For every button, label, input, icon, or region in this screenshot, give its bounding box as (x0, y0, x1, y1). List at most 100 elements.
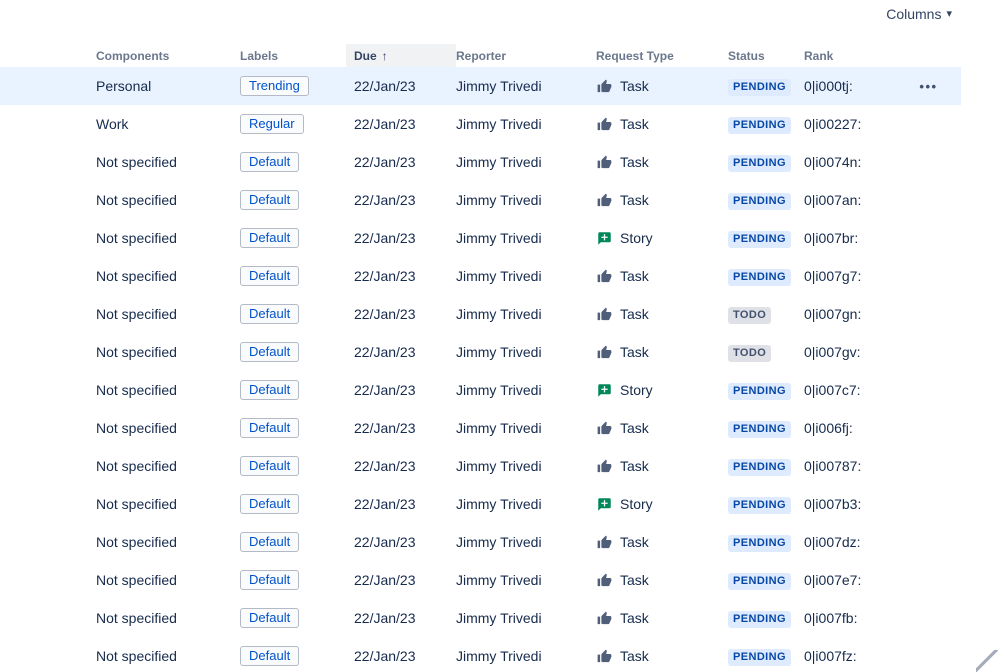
request-type-label: Task (620, 610, 649, 626)
reporter-cell: Jimmy Trivedi (456, 192, 542, 208)
status-cell: PENDING (728, 571, 804, 590)
rank-cell: 0|i007fb: (804, 610, 858, 626)
labels-cell: Default (240, 494, 354, 514)
table-row[interactable]: Not specified Default 22/Jan/23 Jimmy Tr… (0, 371, 961, 409)
request-type-label: Task (620, 78, 649, 94)
table-row[interactable]: Not specified Default 22/Jan/23 Jimmy Tr… (0, 409, 961, 447)
reporter-cell: Jimmy Trivedi (456, 382, 542, 398)
due-cell: 22/Jan/23 (354, 230, 416, 246)
due-cell: 22/Jan/23 (354, 268, 416, 284)
column-header-components[interactable]: Components (96, 44, 240, 67)
table-row[interactable]: Not specified Default 22/Jan/23 Jimmy Tr… (0, 257, 961, 295)
request-type-cell: Task (596, 458, 728, 474)
status-cell: PENDING (728, 191, 804, 210)
reporter-cell: Jimmy Trivedi (456, 458, 542, 474)
resize-corner-handle[interactable] (976, 650, 998, 672)
status-cell: PENDING (728, 77, 804, 96)
label-chip[interactable]: Default (240, 228, 300, 248)
rank-cell: 0|i0074n: (804, 154, 862, 170)
reporter-cell: Jimmy Trivedi (456, 610, 542, 626)
status-badge: PENDING (728, 268, 791, 286)
label-chip[interactable]: Default (240, 456, 300, 476)
thumbs-up-icon (596, 116, 612, 132)
table-row[interactable]: Not specified Default 22/Jan/23 Jimmy Tr… (0, 333, 961, 371)
more-actions-button[interactable]: ••• (917, 76, 939, 97)
table-row[interactable]: Not specified Default 22/Jan/23 Jimmy Tr… (0, 637, 961, 672)
components-cell: Personal (96, 78, 152, 94)
column-header-labels[interactable]: Labels (240, 44, 354, 67)
due-cell: 22/Jan/23 (354, 610, 416, 626)
request-type-cell: Story (596, 230, 728, 246)
label-chip[interactable]: Default (240, 646, 300, 666)
label-chip[interactable]: Default (240, 418, 300, 438)
request-type-label: Task (620, 648, 649, 664)
label-chip[interactable]: Default (240, 532, 300, 552)
label-chip[interactable]: Regular (240, 114, 304, 134)
table-row[interactable]: Not specified Default 22/Jan/23 Jimmy Tr… (0, 447, 961, 485)
label-chip[interactable]: Default (240, 190, 300, 210)
request-type-cell: Story (596, 496, 728, 512)
status-cell: PENDING (728, 419, 804, 438)
toolbar: Columns ▾ (0, 0, 998, 44)
labels-cell: Default (240, 418, 354, 438)
label-chip[interactable]: Default (240, 570, 300, 590)
reporter-cell: Jimmy Trivedi (456, 306, 542, 322)
table-row[interactable]: Not specified Default 22/Jan/23 Jimmy Tr… (0, 181, 961, 219)
request-type-label: Task (620, 420, 649, 436)
due-header-label: Due (354, 48, 377, 63)
due-cell: 22/Jan/23 (354, 572, 416, 588)
column-header-due[interactable]: Due ↑ (346, 44, 456, 67)
label-chip[interactable]: Default (240, 342, 300, 362)
label-chip[interactable]: Default (240, 608, 300, 628)
status-cell: PENDING (728, 381, 804, 400)
request-type-cell: Task (596, 306, 728, 322)
table-row[interactable]: Personal Trending 22/Jan/23 Jimmy Trived… (0, 67, 961, 105)
table-row[interactable]: Not specified Default 22/Jan/23 Jimmy Tr… (0, 523, 961, 561)
label-chip[interactable]: Default (240, 266, 300, 286)
due-cell: 22/Jan/23 (354, 534, 416, 550)
reporter-cell: Jimmy Trivedi (456, 78, 542, 94)
labels-cell: Default (240, 190, 354, 210)
labels-cell: Default (240, 570, 354, 590)
chevron-down-icon: ▾ (946, 7, 952, 20)
request-type-label: Task (620, 268, 649, 284)
request-type-label: Task (620, 534, 649, 550)
request-type-cell: Task (596, 610, 728, 626)
column-header-status[interactable]: Status (728, 44, 804, 67)
request-type-label: Task (620, 306, 649, 322)
column-header-request-type[interactable]: Request Type (596, 44, 728, 67)
table-row[interactable]: Not specified Default 22/Jan/23 Jimmy Tr… (0, 143, 961, 181)
request-type-label: Task (620, 154, 649, 170)
components-cell: Not specified (96, 610, 177, 626)
label-chip[interactable]: Default (240, 494, 300, 514)
labels-cell: Default (240, 646, 354, 666)
request-type-label: Story (620, 382, 653, 398)
table-row[interactable]: Work Regular 22/Jan/23 Jimmy Trivedi Tas… (0, 105, 961, 143)
status-cell: PENDING (728, 533, 804, 552)
due-cell: 22/Jan/23 (354, 344, 416, 360)
columns-button[interactable]: Columns ▾ (880, 2, 958, 26)
status-badge: TODO (728, 344, 772, 362)
table-row[interactable]: Not specified Default 22/Jan/23 Jimmy Tr… (0, 485, 961, 523)
labels-cell: Default (240, 342, 354, 362)
reporter-cell: Jimmy Trivedi (456, 420, 542, 436)
column-header-reporter[interactable]: Reporter (456, 44, 596, 67)
reporter-cell: Jimmy Trivedi (456, 496, 542, 512)
status-badge: PENDING (728, 78, 791, 96)
table-row[interactable]: Not specified Default 22/Jan/23 Jimmy Tr… (0, 599, 961, 637)
label-chip[interactable]: Trending (240, 76, 309, 96)
due-cell: 22/Jan/23 (354, 458, 416, 474)
label-chip[interactable]: Default (240, 152, 300, 172)
label-chip[interactable]: Default (240, 304, 300, 324)
label-chip[interactable]: Default (240, 380, 300, 400)
column-header-rank[interactable]: Rank (804, 44, 904, 67)
table-row[interactable]: Not specified Default 22/Jan/23 Jimmy Tr… (0, 295, 961, 333)
table-row[interactable]: Not specified Default 22/Jan/23 Jimmy Tr… (0, 561, 961, 599)
components-cell: Not specified (96, 344, 177, 360)
request-type-cell: Story (596, 382, 728, 398)
request-type-cell: Task (596, 572, 728, 588)
table-row[interactable]: Not specified Default 22/Jan/23 Jimmy Tr… (0, 219, 961, 257)
status-badge: PENDING (728, 534, 791, 552)
thumbs-up-icon (596, 192, 612, 208)
due-cell: 22/Jan/23 (354, 306, 416, 322)
